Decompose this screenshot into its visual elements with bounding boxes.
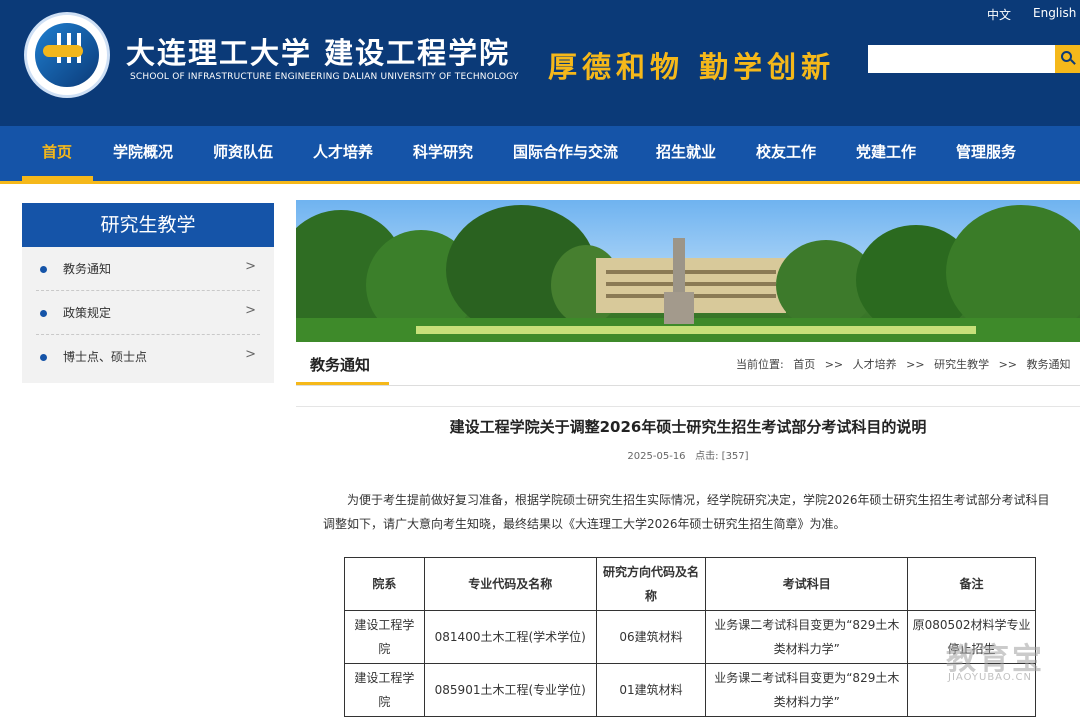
breadcrumb-separator: >> — [824, 358, 844, 371]
exam-subject-table: 院系 专业代码及名称 研究方向代码及名称 考试科目 备注 建设工程学院 0814… — [344, 557, 1036, 717]
nav-item-party[interactable]: 党建工作 — [856, 126, 916, 181]
table-header: 专业代码及名称 — [423, 557, 597, 611]
table-header: 考试科目 — [705, 557, 909, 611]
sidebar-item-label: 教务通知 — [63, 262, 112, 276]
main-nav: 首页 学院概况 师资队伍 人才培养 科学研究 国际合作与交流 招生就业 校友工作… — [0, 126, 1080, 184]
article-title: 建设工程学院关于调整2026年硕士研究生招生考试部分考试科目的说明 — [449, 418, 927, 436]
table-cell: 建设工程学院 — [344, 663, 425, 717]
nav-item-about[interactable]: 学院概况 — [113, 126, 173, 181]
article-meta: 2025-05-16 点击: [357] — [296, 447, 1080, 462]
school-name-cn[interactable]: 大连理工大学 建设工程学院 — [126, 30, 510, 72]
campus-banner-image — [296, 200, 1080, 342]
breadcrumb-separator: >> — [906, 358, 925, 371]
section-header: 教务通知 当前位置: 首页 >> 人才培养 >> 研究生教学 >> 教务通知 >… — [296, 342, 1080, 386]
table-header: 备注 — [907, 557, 1036, 611]
article-body: 为便于考生提前做好复习准备，根据学院硕士研究生招生实际情况，经学院研究决定，学院… — [323, 493, 1050, 531]
breadcrumb-prefix: 当前位置: — [736, 358, 784, 371]
sidebar-title: 研究生教学 — [22, 203, 274, 247]
bullet-icon — [40, 354, 47, 361]
school-motto: 厚德和物 勤学创新 — [548, 50, 836, 84]
table-header: 研究方向代码及名称 — [595, 557, 707, 611]
bullet-icon — [40, 266, 47, 273]
table-cell: 建设工程学院 — [344, 610, 425, 664]
chevron-right-icon: > — [245, 259, 256, 274]
nav-item-services[interactable]: 管理服务 — [956, 126, 1016, 181]
watermark-url: JIAOYUBAO.CN — [948, 672, 1032, 683]
nav-item-alumni[interactable]: 校友工作 — [756, 126, 816, 181]
site-header: 大连理工大学 建设工程学院 SCHOOL OF INFRASTRUCTURE E… — [0, 0, 1080, 126]
table-cell: 业务课二考试科目变更为“829土木类材料力学” — [705, 663, 909, 717]
table-cell: 06建筑材料 — [595, 610, 707, 664]
sidebar-item-label: 博士点、硕士点 — [63, 350, 148, 364]
article-views-label: 点击: — [695, 451, 719, 462]
table-cell: 业务课二考试科目变更为“829土木类材料力学” — [705, 610, 909, 664]
divider — [296, 406, 1080, 407]
nav-item-admission[interactable]: 招生就业 — [656, 126, 716, 181]
table-header-row: 院系 专业代码及名称 研究方向代码及名称 考试科目 备注 — [344, 557, 1036, 611]
search-button[interactable] — [1055, 45, 1080, 73]
nav-item-home[interactable]: 首页 — [42, 126, 72, 181]
section-title: 教务通知 — [310, 356, 371, 374]
sidebar-item-degree-programs[interactable]: 博士点、硕士点 > — [36, 335, 260, 379]
sidebar: 研究生教学 教务通知 > 政策规定 > 博士点、硕士点 > — [22, 203, 274, 383]
article-views: [357] — [721, 451, 749, 462]
bullet-icon — [40, 310, 47, 317]
breadcrumb-education[interactable]: 人才培养 — [853, 358, 897, 371]
lang-cn-link[interactable]: 中文 — [987, 6, 1011, 23]
breadcrumb-home[interactable]: 首页 — [793, 358, 815, 371]
breadcrumb-separator: >> — [998, 358, 1018, 371]
search-input[interactable] — [868, 45, 1080, 73]
university-logo-icon[interactable] — [24, 12, 110, 98]
breadcrumb-notices[interactable]: 教务通知 — [1027, 358, 1071, 371]
sidebar-item-label: 政策规定 — [63, 306, 112, 320]
table-header: 院系 — [344, 557, 425, 611]
school-name-en: SCHOOL OF INFRASTRUCTURE ENGINEERING DAL… — [130, 72, 519, 82]
article-date: 2025-05-16 — [627, 451, 686, 462]
table-cell: 01建筑材料 — [595, 663, 707, 717]
nav-active-indicator — [22, 176, 93, 182]
sidebar-item-policies[interactable]: 政策规定 > — [36, 291, 260, 335]
table-row: 建设工程学院 081400土木工程(学术学位) 06建筑材料 业务课二考试科目变… — [344, 610, 1036, 664]
nav-item-research[interactable]: 科学研究 — [413, 126, 473, 181]
table-cell: 081400土木工程(学术学位) — [423, 610, 597, 664]
table-cell: 085901土木工程(专业学位) — [423, 663, 597, 717]
table-row: 建设工程学院 085901土木工程(专业学位) 01建筑材料 业务课二考试科目变… — [344, 663, 1036, 717]
nav-item-education[interactable]: 人才培养 — [313, 126, 373, 181]
breadcrumb: 当前位置: 首页 >> 人才培养 >> 研究生教学 >> 教务通知 >> 正文 — [736, 356, 1080, 372]
sidebar-item-notices[interactable]: 教务通知 > — [36, 247, 260, 291]
nav-item-faculty[interactable]: 师资队伍 — [213, 126, 273, 181]
nav-item-international[interactable]: 国际合作与交流 — [513, 126, 618, 181]
chevron-right-icon: > — [245, 347, 256, 362]
lang-en-link[interactable]: English — [1033, 6, 1076, 20]
chevron-right-icon: > — [245, 303, 256, 318]
breadcrumb-graduate[interactable]: 研究生教学 — [934, 358, 989, 371]
section-title-underline — [296, 382, 389, 385]
